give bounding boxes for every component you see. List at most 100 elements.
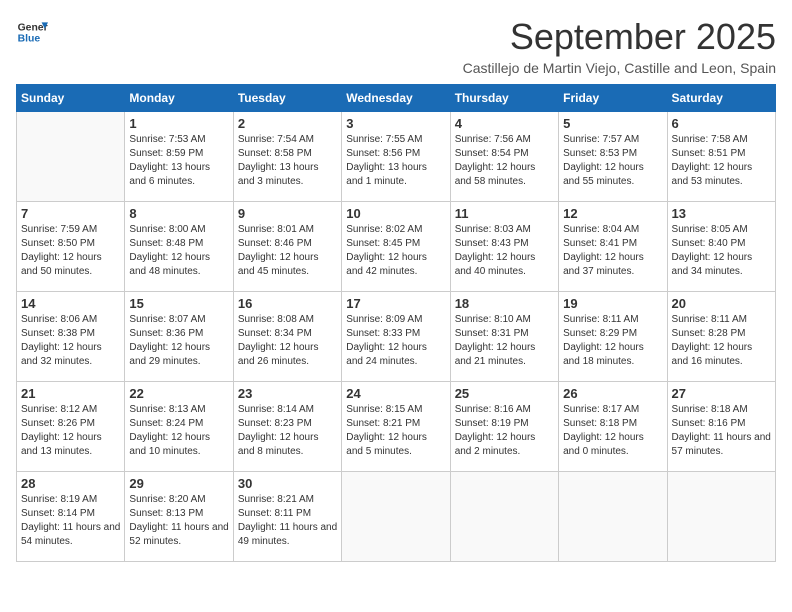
table-cell: 14 Sunrise: 8:06 AM Sunset: 8:38 PM Dayli… — [17, 292, 125, 382]
week-row-3: 14 Sunrise: 8:06 AM Sunset: 8:38 PM Dayli… — [17, 292, 776, 382]
table-cell: 1 Sunrise: 7:53 AM Sunset: 8:59 PM Daylig… — [125, 112, 233, 202]
day-info: Sunrise: 8:03 AM Sunset: 8:43 PM Dayligh… — [455, 223, 554, 279]
table-cell: 25 Sunrise: 8:16 AM Sunset: 8:19 PM Dayli… — [450, 382, 558, 472]
table-cell — [342, 472, 450, 562]
table-cell: 17 Sunrise: 8:09 AM Sunset: 8:33 PM Dayli… — [342, 292, 450, 382]
day-number: 15 — [129, 296, 228, 311]
table-cell: 22 Sunrise: 8:13 AM Sunset: 8:24 PM Dayli… — [125, 382, 233, 472]
day-number: 16 — [238, 296, 337, 311]
day-info: Sunrise: 7:55 AM Sunset: 8:56 PM Dayligh… — [346, 133, 445, 189]
day-info: Sunrise: 8:15 AM Sunset: 8:21 PM Dayligh… — [346, 403, 445, 459]
day-number: 30 — [238, 476, 337, 491]
day-info: Sunrise: 8:21 AM Sunset: 8:11 PM Dayligh… — [238, 493, 337, 549]
day-number: 8 — [129, 206, 228, 221]
table-cell: 3 Sunrise: 7:55 AM Sunset: 8:56 PM Daylig… — [342, 112, 450, 202]
day-info: Sunrise: 8:06 AM Sunset: 8:38 PM Dayligh… — [21, 313, 120, 369]
day-info: Sunrise: 8:09 AM Sunset: 8:33 PM Dayligh… — [346, 313, 445, 369]
day-number: 17 — [346, 296, 445, 311]
day-number: 21 — [21, 386, 120, 401]
table-cell — [450, 472, 558, 562]
day-info: Sunrise: 8:02 AM Sunset: 8:45 PM Dayligh… — [346, 223, 445, 279]
day-info: Sunrise: 8:07 AM Sunset: 8:36 PM Dayligh… — [129, 313, 228, 369]
day-info: Sunrise: 7:53 AM Sunset: 8:59 PM Dayligh… — [129, 133, 228, 189]
week-row-4: 21 Sunrise: 8:12 AM Sunset: 8:26 PM Dayli… — [17, 382, 776, 472]
day-number: 27 — [672, 386, 771, 401]
day-info: Sunrise: 8:11 AM Sunset: 8:29 PM Dayligh… — [563, 313, 662, 369]
table-cell: 2 Sunrise: 7:54 AM Sunset: 8:58 PM Daylig… — [233, 112, 341, 202]
table-cell: 12Sunrise: 8:04 AM Sunset: 8:41 PM Dayli… — [559, 202, 667, 292]
day-info: Sunrise: 8:00 AM Sunset: 8:48 PM Dayligh… — [129, 223, 228, 279]
day-number: 25 — [455, 386, 554, 401]
table-cell — [17, 112, 125, 202]
day-number: 22 — [129, 386, 228, 401]
day-number: 28 — [21, 476, 120, 491]
table-cell: 15 Sunrise: 8:07 AM Sunset: 8:36 PM Dayli… — [125, 292, 233, 382]
day-number: 5 — [563, 116, 662, 131]
table-cell: 9 Sunrise: 8:01 AM Sunset: 8:46 PM Daylig… — [233, 202, 341, 292]
table-cell: 11 Sunrise: 8:03 AM Sunset: 8:43 PM Dayli… — [450, 202, 558, 292]
day-number: 9 — [238, 206, 337, 221]
day-number: 26 — [563, 386, 662, 401]
week-row-1: 1 Sunrise: 7:53 AM Sunset: 8:59 PM Daylig… — [17, 112, 776, 202]
day-info: Sunrise: 8:17 AM Sunset: 8:18 PM Dayligh… — [563, 403, 662, 459]
table-cell: 5 Sunrise: 7:57 AM Sunset: 8:53 PM Daylig… — [559, 112, 667, 202]
day-info: Sunrise: 7:59 AM Sunset: 8:50 PM Dayligh… — [21, 223, 120, 279]
day-info: Sunrise: 8:01 AM Sunset: 8:46 PM Dayligh… — [238, 223, 337, 279]
day-info: Sunrise: 7:54 AM Sunset: 8:58 PM Dayligh… — [238, 133, 337, 189]
day-number: 11 — [455, 206, 554, 221]
day-number: 1 — [129, 116, 228, 131]
day-number: 14 — [21, 296, 120, 311]
week-row-5: 28Sunrise: 8:19 AM Sunset: 8:14 PM Dayli… — [17, 472, 776, 562]
header-tuesday: Tuesday — [233, 85, 341, 112]
title-block: September 2025 Castillejo de Martin Viej… — [463, 16, 776, 76]
table-cell: 26 Sunrise: 8:17 AM Sunset: 8:18 PM Dayli… — [559, 382, 667, 472]
day-number: 4 — [455, 116, 554, 131]
table-cell: 27 Sunrise: 8:18 AM Sunset: 8:16 PM Dayli… — [667, 382, 775, 472]
day-number: 20 — [672, 296, 771, 311]
table-cell: 8 Sunrise: 8:00 AM Sunset: 8:48 PM Daylig… — [125, 202, 233, 292]
table-cell: 23 Sunrise: 8:14 AM Sunset: 8:23 PM Dayli… — [233, 382, 341, 472]
table-cell: 28Sunrise: 8:19 AM Sunset: 8:14 PM Dayli… — [17, 472, 125, 562]
day-info: Sunrise: 8:18 AM Sunset: 8:16 PM Dayligh… — [672, 403, 771, 459]
day-info: Sunrise: 8:11 AM Sunset: 8:28 PM Dayligh… — [672, 313, 771, 369]
day-info: Sunrise: 8:10 AM Sunset: 8:31 PM Dayligh… — [455, 313, 554, 369]
month-title: September 2025 — [463, 16, 776, 58]
day-info: Sunrise: 8:04 AM Sunset: 8:41 PM Dayligh… — [563, 223, 662, 279]
day-info: Sunrise: 7:57 AM Sunset: 8:53 PM Dayligh… — [563, 133, 662, 189]
header-monday: Monday — [125, 85, 233, 112]
svg-text:Blue: Blue — [18, 34, 41, 45]
table-cell: 6 Sunrise: 7:58 AM Sunset: 8:51 PM Daylig… — [667, 112, 775, 202]
header-thursday: Thursday — [450, 85, 558, 112]
table-cell — [559, 472, 667, 562]
day-info: Sunrise: 8:13 AM Sunset: 8:24 PM Dayligh… — [129, 403, 228, 459]
calendar-table: Sunday Monday Tuesday Wednesday Thursday… — [16, 84, 776, 562]
table-cell: 10 Sunrise: 8:02 AM Sunset: 8:45 PM Dayli… — [342, 202, 450, 292]
table-cell: 13Sunrise: 8:05 AM Sunset: 8:40 PM Dayli… — [667, 202, 775, 292]
day-number: 23 — [238, 386, 337, 401]
location-subtitle: Castillejo de Martin Viejo, Castille and… — [463, 60, 776, 76]
day-number: 6 — [672, 116, 771, 131]
header-friday: Friday — [559, 85, 667, 112]
table-cell: 19Sunrise: 8:11 AM Sunset: 8:29 PM Dayli… — [559, 292, 667, 382]
day-info: Sunrise: 8:05 AM Sunset: 8:40 PM Dayligh… — [672, 223, 771, 279]
day-info: Sunrise: 7:56 AM Sunset: 8:54 PM Dayligh… — [455, 133, 554, 189]
week-row-2: 7Sunrise: 7:59 AM Sunset: 8:50 PM Daylig… — [17, 202, 776, 292]
day-info: Sunrise: 8:16 AM Sunset: 8:19 PM Dayligh… — [455, 403, 554, 459]
table-cell: 24Sunrise: 8:15 AM Sunset: 8:21 PM Dayli… — [342, 382, 450, 472]
day-info: Sunrise: 8:14 AM Sunset: 8:23 PM Dayligh… — [238, 403, 337, 459]
weekday-header-row: Sunday Monday Tuesday Wednesday Thursday… — [17, 85, 776, 112]
table-cell: 20 Sunrise: 8:11 AM Sunset: 8:28 PM Dayli… — [667, 292, 775, 382]
day-number: 3 — [346, 116, 445, 131]
table-cell: 21 Sunrise: 8:12 AM Sunset: 8:26 PM Dayli… — [17, 382, 125, 472]
page-header: General Blue September 2025 Castillejo d… — [16, 16, 776, 76]
day-number: 10 — [346, 206, 445, 221]
day-number: 29 — [129, 476, 228, 491]
table-cell: 29Sunrise: 8:20 AM Sunset: 8:13 PM Dayli… — [125, 472, 233, 562]
day-info: Sunrise: 8:12 AM Sunset: 8:26 PM Dayligh… — [21, 403, 120, 459]
day-info: Sunrise: 7:58 AM Sunset: 8:51 PM Dayligh… — [672, 133, 771, 189]
day-number: 18 — [455, 296, 554, 311]
day-number: 2 — [238, 116, 337, 131]
header-sunday: Sunday — [17, 85, 125, 112]
table-cell: 7Sunrise: 7:59 AM Sunset: 8:50 PM Daylig… — [17, 202, 125, 292]
table-cell — [667, 472, 775, 562]
